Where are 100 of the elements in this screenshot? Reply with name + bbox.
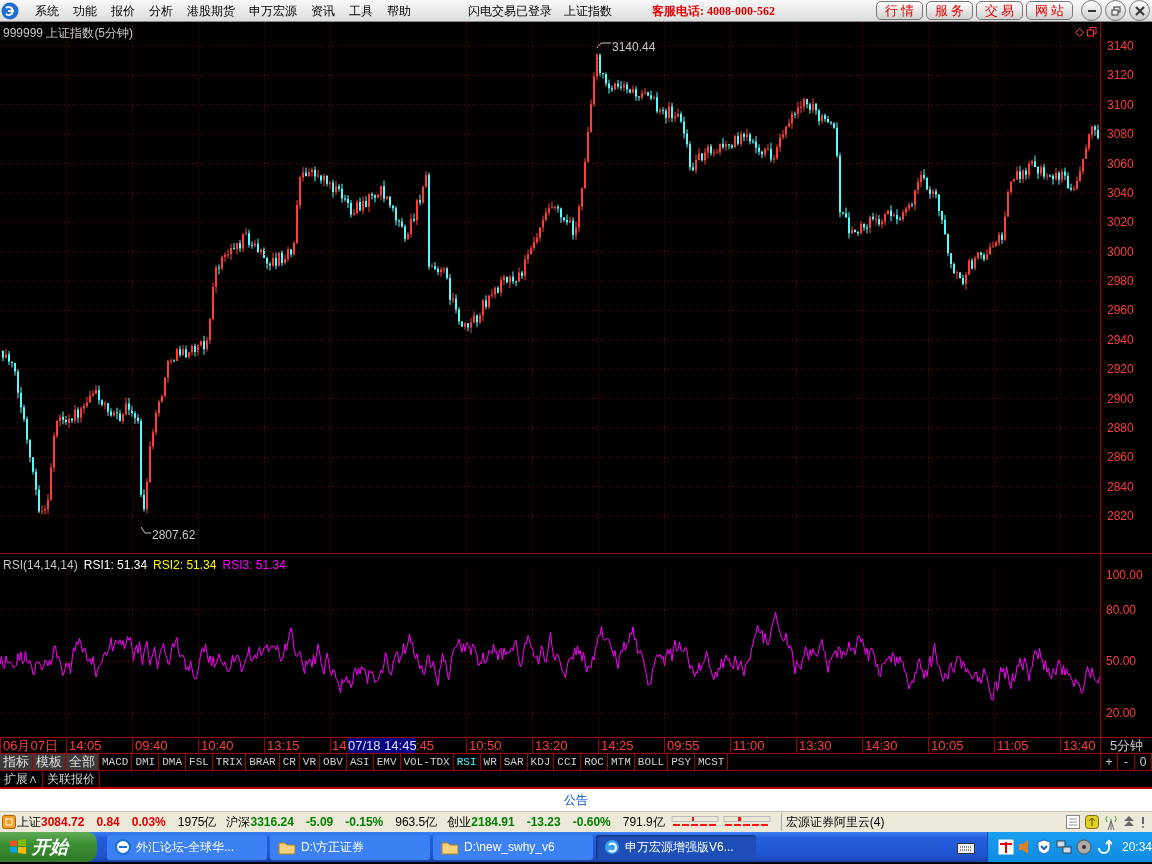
market-price: 2184.91	[471, 814, 515, 831]
taskbar-button[interactable]: 外汇论坛-全球华...	[107, 834, 267, 860]
indicator-name: RSI(14,14,14)	[3, 557, 78, 574]
app-icon	[604, 839, 620, 855]
market-volume: 791.9亿	[622, 814, 665, 831]
time-cursor-label: 07/18 14:45	[348, 738, 416, 753]
extra-tab[interactable]: 关联报价	[43, 771, 100, 787]
menu-item[interactable]: 工具	[342, 1, 380, 20]
market-change: -5.09	[305, 814, 334, 831]
start-button[interactable]: 开始	[0, 832, 97, 862]
market-change: -13.23	[526, 814, 561, 831]
nav-button[interactable]: 网 站	[1026, 1, 1073, 20]
current-index-label: 上证指数	[564, 2, 612, 20]
indicator-tab[interactable]: ASI	[346, 754, 374, 770]
market-change: 0.84	[96, 814, 120, 831]
network-icon[interactable]	[1056, 839, 1072, 855]
zoom-button[interactable]: +	[1101, 754, 1118, 770]
time-axis-label: 13:15	[264, 738, 330, 753]
menu-item[interactable]: 帮助	[380, 1, 418, 20]
menu-item[interactable]: 分析	[142, 1, 180, 20]
time-axis-label: 09:55	[664, 738, 730, 753]
indicator-tab[interactable]: MTM	[608, 754, 635, 770]
time-axis-label: 10:50	[466, 738, 532, 753]
rsi-tick-label: 20.00	[1106, 706, 1137, 721]
menu-item[interactable]: 申万宏源	[242, 1, 304, 20]
window-restore-icon	[1087, 27, 1097, 37]
indicator-value: RSI3: 51.34	[222, 557, 286, 574]
indicator-tab[interactable]: VR	[299, 754, 321, 770]
time-axis-label: 10:05	[928, 738, 994, 753]
nav-button[interactable]: 行 情	[876, 1, 923, 20]
indicator-tab[interactable]: MCST	[695, 754, 729, 770]
disc-icon[interactable]	[1076, 839, 1092, 855]
panel-tab[interactable]: 指标	[0, 754, 33, 770]
indicator-tab[interactable]: ROC	[581, 754, 608, 770]
keyboard-icon[interactable]	[957, 840, 975, 854]
market-name: 沪深	[226, 814, 251, 831]
indicator-tab[interactable]: RSI	[453, 754, 481, 770]
chart-title: 999999 上证指数(5分钟)	[3, 25, 134, 42]
menu-item[interactable]: 报价	[104, 1, 142, 20]
indicator-tab[interactable]: BRAR	[246, 754, 280, 770]
indicator-tab[interactable]: BOLL	[634, 754, 669, 770]
price-tick-label: 2880	[1107, 420, 1134, 435]
indicator-tab[interactable]: DMI	[132, 754, 160, 770]
indicator-tab[interactable]: EMV	[373, 754, 401, 770]
extra-tab[interactable]: 扩展∧	[0, 771, 43, 787]
pin-icon[interactable]	[1140, 815, 1146, 829]
coin-icon[interactable]	[1085, 815, 1099, 829]
indicator-tab[interactable]: VOL-TDX	[400, 754, 454, 770]
time-axis-label: 06月07日	[0, 738, 66, 753]
market-volume: 963.5亿	[395, 814, 438, 831]
zoom-button[interactable]: -	[1118, 754, 1135, 770]
panel-tab[interactable]: 模板	[33, 754, 66, 770]
shield-icon[interactable]	[1036, 839, 1052, 855]
browser-icon	[115, 839, 131, 855]
time-axis-label: 13:40	[1060, 738, 1100, 753]
antenna-icon[interactable]	[1104, 814, 1118, 830]
nav-button[interactable]: 服 务	[926, 1, 973, 20]
list-icon[interactable]	[1066, 815, 1080, 829]
menu-item[interactable]: 系统	[28, 1, 66, 20]
indicator-tab[interactable]: DMA	[159, 754, 187, 770]
indicator-tab[interactable]: FSL	[186, 754, 213, 770]
rsi-tick-label: 50.00	[1106, 654, 1137, 669]
close-button[interactable]	[1129, 0, 1150, 21]
time-axis-label: 14:05	[66, 738, 132, 753]
menu-item[interactable]: 功能	[66, 1, 104, 20]
notice-link[interactable]: 公告	[564, 791, 588, 809]
price-tick-label: 3080	[1107, 127, 1134, 142]
rsi-tick-label: 80.00	[1106, 602, 1137, 617]
price-tick-label: 2840	[1107, 479, 1134, 494]
flag-icon[interactable]	[998, 839, 1014, 855]
price-tick-label: 2920	[1107, 362, 1134, 377]
minimize-button[interactable]	[1081, 0, 1102, 21]
indicator-tab[interactable]: WR	[480, 754, 501, 770]
diamond-icon	[1075, 28, 1084, 37]
nav-button[interactable]: 交 易	[976, 1, 1023, 20]
taskbar-button[interactable]: D:\new_swhy_v6	[433, 834, 593, 860]
high-price-label: 3140.44	[612, 39, 656, 56]
price-tick-label: 2940	[1107, 332, 1134, 347]
taskbar-button[interactable]: 申万宏源增强版V6...	[596, 834, 756, 860]
indicator-tab[interactable]: CR	[279, 754, 300, 770]
indicator-tab[interactable]: MACD	[99, 754, 133, 770]
folder-icon	[278, 839, 296, 855]
double-up-arrow-icon[interactable]	[1123, 815, 1135, 829]
zoom-button[interactable]: 0	[1135, 754, 1152, 770]
indicator-tab[interactable]: KDJ	[527, 754, 555, 770]
indicator-tab[interactable]: OBV	[320, 754, 347, 770]
indicator-tab[interactable]: CCI	[554, 754, 582, 770]
menu-item[interactable]: 港股期货	[180, 1, 242, 20]
time-axis-label: 11:00	[730, 738, 796, 753]
price-tick-label: 3060	[1107, 156, 1134, 171]
indicator-tab[interactable]: PSY	[668, 754, 695, 770]
price-tick-label: 2980	[1107, 274, 1134, 288]
indicator-tab[interactable]: SAR	[500, 754, 528, 770]
rsi-tick-label: 100.00	[1106, 568, 1143, 582]
arrow-icon[interactable]	[1096, 839, 1112, 855]
taskbar-button[interactable]: D:\方正证券	[270, 834, 430, 860]
restore-button[interactable]	[1105, 0, 1126, 21]
menu-item[interactable]: 资讯	[304, 1, 342, 20]
indicator-tab[interactable]: TRIX	[212, 754, 247, 770]
panel-tab[interactable]: 全部	[66, 754, 99, 770]
